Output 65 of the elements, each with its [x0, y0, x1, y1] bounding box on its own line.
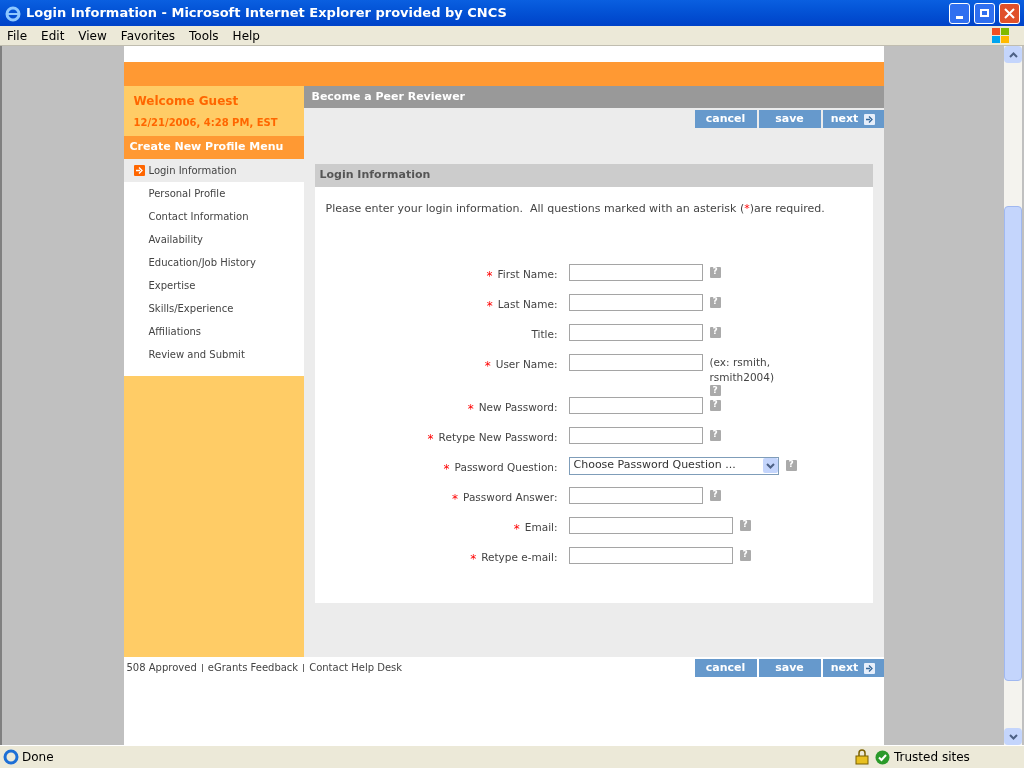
browser-icon — [4, 4, 22, 22]
form-label-row-text: * New Password: — [466, 398, 558, 420]
required-asterisk: * — [467, 400, 474, 418]
menu-item[interactable]: Edit — [34, 26, 72, 45]
form-label-row-text: * First Name: — [485, 265, 558, 287]
form-label-row-text: * Retype New Password: — [426, 428, 558, 450]
required-asterisk: * — [470, 550, 477, 568]
input-field[interactable] — [568, 323, 703, 341]
menu-item[interactable]: File — [0, 26, 35, 45]
form-label-row-text: * Email: — [512, 518, 558, 540]
scroll-up-icon[interactable] — [1008, 51, 1018, 58]
form-label-row-text: * User Name: — [483, 355, 558, 377]
footer-link[interactable]: eGrants Feedback — [207, 660, 299, 675]
sidebar-item[interactable]: Login Information — [123, 159, 304, 182]
required-asterisk: * — [486, 267, 493, 285]
form-label-row-text: * Last Name: — [485, 295, 558, 317]
footer-link[interactable]: Contact Help Desk — [309, 660, 403, 675]
required-asterisk: * — [513, 520, 520, 538]
input-field[interactable] — [568, 293, 703, 311]
close-button[interactable] — [999, 2, 1020, 24]
input-field[interactable] — [568, 516, 733, 534]
window-title: Login Information - Microsoft Internet Explorer provided by CNCS — [26, 4, 508, 23]
scroll-thumb[interactable] — [1004, 206, 1022, 681]
page-icon — [3, 749, 19, 765]
arrow-icon — [864, 662, 876, 674]
select-field[interactable]: Choose Password Question ... — [568, 456, 779, 475]
panel-title: Login Information — [314, 164, 873, 187]
form-label-row-text: * Password Question: — [442, 458, 558, 480]
input-field[interactable] — [568, 263, 703, 281]
form-label-row-text: * Password Answer: — [451, 488, 558, 510]
required-asterisk: * — [452, 490, 459, 508]
welcome-text: Welcome Guest — [133, 93, 240, 110]
instructions-text: Please enter your login information. All questions marked with an asterisk (*)are required. — [324, 201, 826, 217]
close-icon — [1004, 7, 1015, 19]
required-asterisk: * — [427, 430, 434, 448]
page-title: Become a Peer Reviewer — [303, 86, 884, 108]
arrow-icon — [133, 165, 145, 176]
footer-link[interactable]: 508 Approved — [126, 660, 197, 675]
menu-item[interactable]: Tools — [182, 26, 226, 45]
status-text: Done — [22, 749, 55, 766]
arrow-icon — [864, 113, 876, 125]
dropdown-icon[interactable] — [762, 458, 778, 473]
minimize-button[interactable] — [949, 2, 970, 24]
input-field[interactable] — [568, 486, 703, 504]
menu-title: Create New Profile Menu — [123, 136, 304, 159]
zone-text: Trusted sites — [894, 749, 971, 766]
check-icon — [875, 749, 890, 765]
form-label-row-text: * Retype e-mail: — [469, 548, 558, 570]
input-field[interactable] — [568, 353, 703, 371]
lock-icon — [855, 749, 869, 765]
required-asterisk: * — [484, 357, 491, 375]
input-field[interactable] — [568, 396, 703, 414]
menu-item[interactable]: Favorites — [113, 26, 183, 45]
menu-item[interactable]: View — [71, 26, 114, 45]
input-field[interactable] — [568, 546, 733, 564]
windows-flag-icon — [990, 25, 1012, 46]
hint-text: (ex: rsmith, rsmith2004) — [709, 354, 776, 385]
input-field[interactable] — [568, 426, 703, 444]
form-label-row-text: Title: — [530, 326, 558, 342]
required-asterisk: * — [486, 297, 493, 315]
scroll-down-icon[interactable] — [1008, 733, 1018, 740]
menu-item[interactable]: Help — [225, 26, 267, 45]
date-time: 12/21/2006, 4:28 PM, EST — [133, 116, 279, 130]
required-asterisk: * — [443, 460, 450, 478]
restore-button[interactable] — [974, 2, 995, 24]
